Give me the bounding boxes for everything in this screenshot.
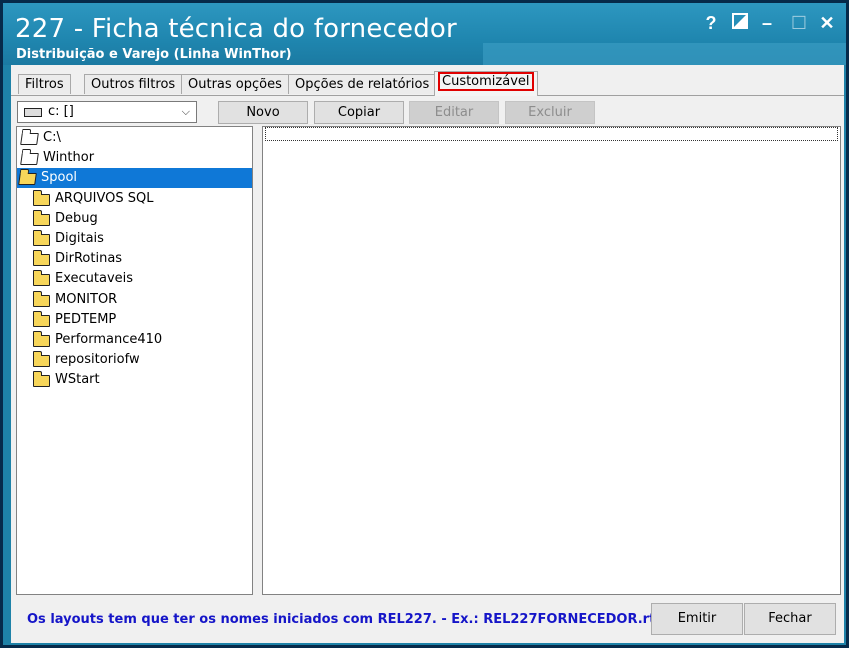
tree-node-label: ARQUIVOS SQL bbox=[55, 190, 154, 206]
tab-filtros[interactable]: Filtros bbox=[18, 74, 71, 94]
folder-icon bbox=[32, 371, 50, 388]
excluir-button[interactable]: Excluir bbox=[505, 101, 595, 124]
drive-value: c: [] bbox=[48, 104, 74, 119]
tree-node-label: Performance410 bbox=[55, 332, 163, 347]
directory-tree[interactable]: C:\ Winthor Spool ARQUIVOS SQL Debug Digitais… bbox=[16, 126, 253, 595]
tree-node-label: WStart bbox=[55, 372, 100, 388]
application-window: 227 - Ficha técnica do fornecedor Distri… bbox=[0, 0, 849, 648]
contrast-icon bbox=[732, 13, 748, 29]
folder-icon bbox=[32, 351, 50, 368]
tree-node-label: repositoriofw bbox=[55, 352, 140, 368]
minimize-button[interactable]: – bbox=[756, 13, 778, 34]
theme-toggle-button[interactable] bbox=[729, 13, 751, 34]
focus-rect bbox=[265, 127, 838, 141]
window-subtitle: Distribuição e Varejo (Linha WinThor) bbox=[16, 47, 292, 62]
help-button[interactable]: ? bbox=[700, 13, 722, 34]
tree-node-label: Debug bbox=[55, 210, 98, 226]
copiar-button[interactable]: Copiar bbox=[314, 101, 404, 124]
close-button[interactable]: ✕ bbox=[816, 13, 838, 34]
tab-label: Filtros bbox=[25, 77, 64, 92]
tree-node-label: Digitais bbox=[55, 231, 104, 246]
folder-open-icon bbox=[18, 173, 37, 186]
title-decoration bbox=[483, 43, 846, 65]
folder-icon bbox=[32, 290, 50, 307]
tab-label: Customizável bbox=[438, 72, 534, 91]
folder-open-icon bbox=[20, 133, 39, 145]
fechar-button[interactable]: Fechar bbox=[744, 603, 836, 635]
folder-icon bbox=[32, 189, 50, 206]
tree-node-label: Executaveis bbox=[55, 271, 134, 287]
editar-button[interactable]: Editar bbox=[409, 101, 499, 124]
tab-customizavel[interactable]: Customizável bbox=[434, 71, 538, 96]
chevron-down-icon[interactable]: ⌵ bbox=[182, 102, 190, 122]
tree-node-label: PEDTEMP bbox=[55, 311, 117, 327]
tab-strip: Filtros Outros filtros Outras opções Opç… bbox=[11, 71, 844, 96]
tab-label: Outros filtros bbox=[91, 77, 176, 92]
folder-icon bbox=[32, 310, 50, 327]
folder-icon bbox=[32, 209, 50, 226]
tree-node-label: Spool bbox=[41, 170, 78, 186]
status-message: Os layouts tem que ter os nomes iniciado… bbox=[27, 612, 669, 627]
tree-node-label: C:\ bbox=[43, 130, 61, 145]
tab-outros-filtros[interactable]: Outros filtros bbox=[84, 74, 183, 94]
client-area: Filtros Outros filtros Outras opções Opç… bbox=[11, 65, 844, 643]
tree-node-label: DirRotinas bbox=[55, 251, 123, 267]
tab-label: Opções de relatórios bbox=[295, 77, 430, 92]
tab-label: Outras opções bbox=[188, 77, 282, 92]
title-bar: 227 - Ficha técnica do fornecedor Distri… bbox=[3, 3, 846, 65]
tree-node-label: Winthor bbox=[43, 150, 95, 166]
tab-outras-opcoes[interactable]: Outras opções bbox=[181, 74, 289, 94]
folder-icon bbox=[32, 270, 50, 287]
drive-select[interactable]: c: [] ⌵ bbox=[17, 101, 197, 123]
folder-open-icon bbox=[20, 153, 39, 166]
window-title: 227 - Ficha técnica do fornecedor bbox=[15, 14, 457, 44]
file-list[interactable] bbox=[262, 126, 841, 595]
maximize-button[interactable]: ☐ bbox=[788, 13, 810, 34]
folder-icon bbox=[32, 250, 50, 267]
status-bar: Os layouts tem que ter os nomes iniciado… bbox=[11, 597, 844, 643]
tab-opcoes-de-relatorios[interactable]: Opções de relatórios bbox=[288, 74, 437, 94]
folder-icon bbox=[32, 230, 50, 246]
tree-node[interactable]: Spool bbox=[17, 168, 252, 189]
novo-button[interactable]: Novo bbox=[218, 101, 308, 124]
folder-icon bbox=[32, 331, 50, 347]
emitir-button[interactable]: Emitir bbox=[651, 603, 743, 635]
tree-node-label: MONITOR bbox=[55, 291, 118, 307]
drive-icon bbox=[24, 108, 42, 117]
